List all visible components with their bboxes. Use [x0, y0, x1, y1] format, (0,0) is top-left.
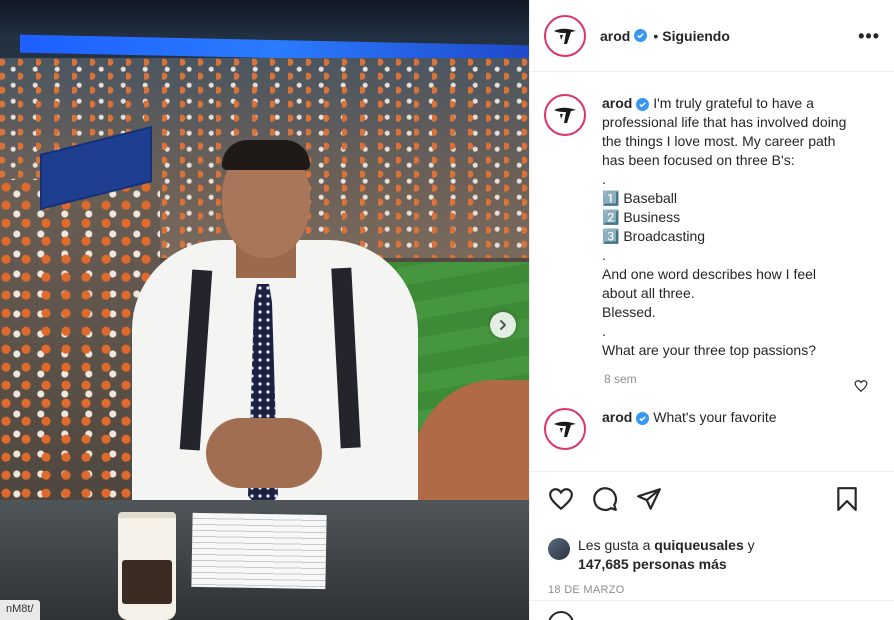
- action-icons: [548, 484, 877, 514]
- caption-time[interactable]: 8 sem: [604, 372, 881, 386]
- post-header: arod • Siguiendo •••: [530, 0, 894, 72]
- caption-avatar[interactable]: [544, 94, 586, 136]
- like-button[interactable]: [548, 486, 574, 512]
- verified-badge-icon: [634, 29, 648, 42]
- heart-icon: [549, 488, 573, 511]
- emoji-icon[interactable]: [548, 611, 574, 620]
- comment-button[interactable]: [592, 486, 618, 512]
- comment-like-heart-icon[interactable]: [854, 379, 868, 393]
- comment-text-block: arod What's your favorite: [602, 408, 832, 450]
- save-button[interactable]: [835, 486, 859, 512]
- bookmark-icon: [837, 487, 857, 511]
- arod-logo-icon: [554, 421, 576, 437]
- liker-avatar[interactable]: [548, 538, 570, 560]
- likes-text-block: Les gusta a quiqueusales y 147,685 perso…: [578, 536, 755, 574]
- cup-sleeve: [122, 560, 172, 604]
- likes-summary: Les gusta a quiqueusales y 147,685 perso…: [548, 536, 877, 574]
- papers: [191, 512, 327, 590]
- verified-badge-icon: [636, 412, 650, 425]
- man-hair: [222, 140, 310, 170]
- follow-button[interactable]: Siguiendo: [662, 28, 730, 44]
- likes-prefix: Les gusta a: [578, 537, 651, 553]
- man-hands: [206, 418, 322, 488]
- url-tag: nM8t/: [0, 600, 40, 620]
- avatar[interactable]: [544, 14, 586, 57]
- comment-avatar[interactable]: [544, 408, 586, 450]
- post-actions: Les gusta a quiqueusales y 147,685 perso…: [530, 471, 894, 596]
- caption-text-block: arod I'm truly grateful to have a profes…: [602, 94, 852, 360]
- chevron-right-icon: [500, 320, 506, 330]
- stadium-roof: [0, 0, 529, 40]
- comments-section: arod I'm truly grateful to have a profes…: [530, 72, 894, 471]
- likes-user[interactable]: quiqueusales: [654, 537, 743, 553]
- arod-logo-icon: [554, 107, 576, 123]
- caption-username[interactable]: arod: [602, 95, 632, 111]
- post-sidebar: arod • Siguiendo ••• arod I'm truly grat…: [529, 0, 894, 620]
- verified-badge-icon: [636, 98, 650, 111]
- likes-connector: y: [747, 537, 755, 553]
- header-username[interactable]: arod: [600, 28, 630, 44]
- add-comment-bar[interactable]: [530, 600, 894, 620]
- caption: arod I'm truly grateful to have a profes…: [544, 94, 881, 360]
- post-view: nM8t/ arod • Siguiendo ••• arod I'm trul…: [0, 0, 894, 620]
- carousel-next-button[interactable]: [490, 312, 516, 338]
- likes-count[interactable]: 147,685 personas más: [578, 556, 727, 572]
- share-button[interactable]: [636, 486, 662, 512]
- paper-plane-icon: [637, 488, 661, 510]
- post-date[interactable]: 18 DE MARZO: [548, 584, 877, 596]
- separator-dot: •: [653, 27, 659, 44]
- more-options-button[interactable]: •••: [858, 26, 880, 47]
- comment-text: What's your favorite: [653, 409, 777, 425]
- comment-username[interactable]: arod: [602, 409, 632, 425]
- comment-item: arod What's your favorite: [544, 408, 881, 450]
- comment-bubble-icon: [593, 487, 617, 511]
- post-photo[interactable]: nM8t/: [0, 0, 529, 620]
- caption-text: I'm truly grateful to have a professiona…: [602, 95, 847, 358]
- arod-logo-icon: [554, 28, 576, 44]
